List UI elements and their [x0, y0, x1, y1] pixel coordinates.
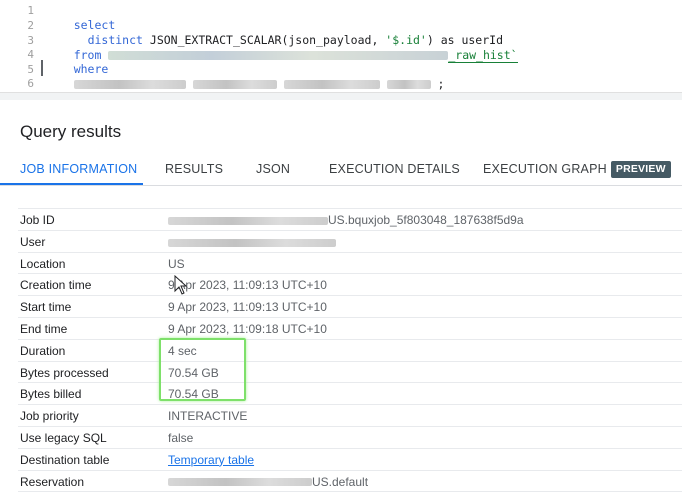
line-number: 4 — [27, 48, 34, 61]
info-row-job-priority: Job priority INTERACTIVE — [18, 405, 682, 427]
redacted-condition — [192, 80, 277, 89]
info-label: User — [20, 234, 46, 249]
results-tabs: JOB INFORMATION RESULTS JSON EXECUTION D… — [0, 152, 682, 186]
info-label: Bytes processed — [20, 365, 109, 380]
tab-json[interactable]: JSON — [256, 152, 290, 186]
info-label: Job priority — [20, 409, 79, 424]
sql-editor[interactable]: 1 2 3 4 5 6 select distinct JSON_EXTRACT… — [0, 0, 682, 92]
info-row-start-time: Start time 9 Apr 2023, 11:09:13 UTC+10 — [18, 296, 682, 318]
line-number: 2 — [27, 19, 34, 32]
info-value: 9 Apr 2023, 11:09:18 UTC+10 — [168, 321, 327, 336]
tab-job-information[interactable]: JOB INFORMATION — [20, 152, 137, 186]
redacted-user-email — [168, 238, 336, 247]
editor-bottom-bar — [0, 92, 682, 100]
info-row-bytes-processed: Bytes processed 70.54 GB — [18, 362, 682, 384]
info-row-user: User — [18, 231, 682, 253]
redacted-reservation-project — [168, 478, 312, 487]
code-line-4[interactable]: where — [46, 47, 109, 76]
line-number: 6 — [27, 77, 34, 90]
highlight-annotation-box — [159, 338, 246, 401]
tab-execution-graph-label: EXECUTION GRAPH — [483, 162, 607, 176]
info-label: Job ID — [20, 213, 55, 227]
info-value: false — [168, 430, 194, 445]
text-cursor — [41, 60, 43, 76]
job-information-table: Job ID US.bquxjob_5f803048_187638f5d9a U… — [18, 208, 682, 493]
redacted-condition — [283, 80, 380, 89]
info-row-creation-time: Creation time 9 Apr 2023, 11:09:13 UTC+1… — [18, 274, 682, 297]
info-row-destination-table: Destination table Temporary table — [18, 449, 682, 471]
info-label: Destination table — [20, 452, 110, 467]
info-label: Bytes billed — [20, 387, 82, 402]
code-line-3[interactable]: from _raw_hist` — [46, 33, 518, 63]
mouse-pointer-icon — [174, 275, 188, 295]
reservation-value: US.default — [312, 474, 369, 489]
code-line-2[interactable]: distinct JSON_EXTRACT_SCALAR(json_payloa… — [46, 18, 503, 47]
line-number: 1 — [27, 4, 34, 17]
tab-execution-details[interactable]: EXECUTION DETAILS — [329, 152, 460, 186]
info-value: 9 Apr 2023, 11:09:13 UTC+10 — [168, 278, 327, 293]
info-value: US.default — [168, 475, 368, 489]
info-value: Temporary table — [168, 453, 254, 467]
info-label: End time — [20, 321, 68, 336]
line-number: 5 — [27, 63, 34, 76]
info-row-bytes-billed: Bytes billed 70.54 GB — [18, 383, 682, 406]
info-row-legacy-sql: Use legacy SQL false — [18, 427, 682, 449]
info-label: Start time — [20, 300, 72, 315]
info-label: Duration — [20, 343, 66, 358]
tab-execution-graph[interactable]: EXECUTION GRAPH PREVIEW — [483, 152, 671, 186]
line-number: 3 — [27, 34, 34, 47]
temporary-table-link[interactable]: Temporary table — [168, 453, 254, 467]
info-value: US.bquxjob_5f803048_187638f5d9a — [168, 213, 524, 227]
info-value: INTERACTIVE — [168, 409, 248, 424]
redacted-table-name — [108, 51, 449, 60]
info-label: Use legacy SQL — [20, 430, 107, 445]
info-label: Reservation — [20, 474, 85, 489]
redacted-condition — [386, 80, 431, 89]
tab-results[interactable]: RESULTS — [165, 152, 223, 186]
active-tab-indicator — [0, 183, 143, 185]
info-row-location: Location US — [18, 253, 682, 275]
statement-end: ; — [437, 77, 445, 91]
info-value: US — [168, 256, 185, 271]
redacted-condition — [73, 80, 186, 89]
query-results-title: Query results — [20, 122, 122, 141]
redacted-project-id — [168, 216, 328, 225]
info-value: 9 Apr 2023, 11:09:13 UTC+10 — [168, 300, 327, 315]
table-name-suffix: _raw_hist` — [448, 48, 518, 63]
code-line-1[interactable]: select — [46, 3, 116, 32]
info-row-end-time: End time 9 Apr 2023, 11:09:18 UTC+10 — [18, 318, 682, 340]
info-value — [168, 235, 336, 249]
code-line-5[interactable]: ; — [46, 62, 444, 91]
info-row-reservation: Reservation US.default — [18, 471, 682, 493]
info-label: Location — [20, 256, 66, 271]
job-id-value: US.bquxjob_5f803048_187638f5d9a — [328, 213, 524, 227]
preview-badge: PREVIEW — [610, 161, 671, 179]
info-label: Creation time — [20, 278, 92, 293]
info-row-job-id: Job ID US.bquxjob_5f803048_187638f5d9a — [18, 209, 682, 231]
info-row-duration: Duration 4 sec — [18, 340, 682, 362]
